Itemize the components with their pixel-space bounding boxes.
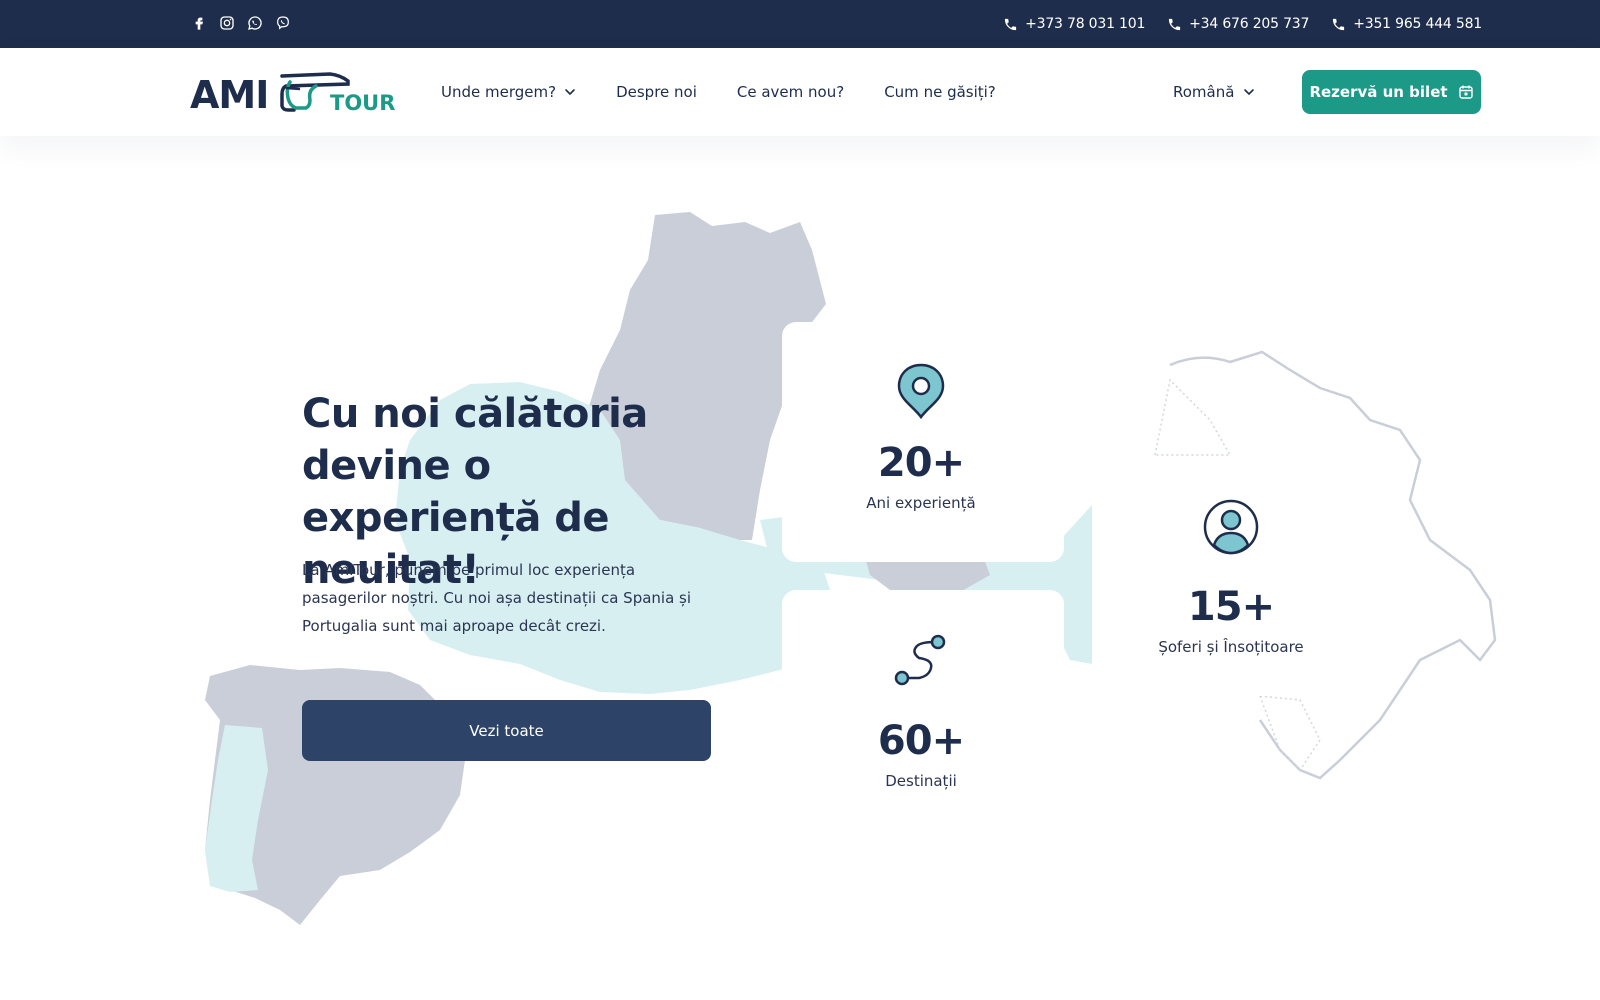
facebook-icon[interactable]	[190, 14, 208, 32]
phone-number: +373 78 031 101	[1025, 16, 1146, 32]
language-selector[interactable]: Română	[1173, 48, 1255, 136]
svg-text:AMI: AMI	[190, 73, 268, 116]
nav-contact[interactable]: Cum ne găsiți?	[884, 83, 996, 101]
nav-label: Cum ne găsiți?	[884, 83, 996, 101]
social-links	[190, 14, 292, 32]
calendar-icon	[1458, 85, 1473, 99]
book-ticket-button[interactable]: Rezervă un bilet	[1302, 70, 1481, 114]
whatsapp-icon[interactable]	[246, 14, 264, 32]
phone-link[interactable]: +373 78 031 101	[1003, 16, 1145, 32]
top-bar: +373 78 031 101 +34 676 205 737 +351 965…	[0, 0, 1600, 48]
route-icon	[894, 634, 946, 686]
main-header: AMI TOUR Unde mergem? Despre noi Ce avem…	[0, 48, 1600, 136]
language-label: Română	[1173, 83, 1235, 101]
nav-about[interactable]: Despre noi	[616, 83, 697, 101]
nav-destinations[interactable]: Unde mergem?	[441, 83, 576, 101]
phone-icon	[1333, 18, 1345, 30]
phone-link[interactable]: +34 676 205 737	[1167, 16, 1309, 32]
nav-label: Unde mergem?	[441, 83, 557, 101]
stat-label: Șoferi și Însoțitoare	[1158, 638, 1304, 656]
phone-icon	[1004, 18, 1017, 30]
stat-destinations: 60+ Destinații	[811, 632, 1031, 790]
phone-icon	[1169, 18, 1181, 30]
chevron-down-icon	[565, 89, 575, 96]
stat-label: Ani experiență	[866, 494, 976, 512]
user-icon	[1203, 499, 1259, 555]
nav-label: Despre noi	[616, 83, 697, 101]
nav-label: Ce avem nou?	[736, 83, 845, 101]
map-pin-icon	[897, 363, 945, 420]
hero-description: La AmiTour, punem pe primul loc experien…	[302, 561, 692, 635]
phone-number: +34 676 205 737	[1189, 16, 1310, 32]
instagram-icon[interactable]	[218, 14, 236, 32]
view-all-button[interactable]: Vezi toate	[302, 700, 711, 761]
amitour-logo[interactable]: AMI TOUR	[190, 68, 395, 117]
phone-list: +373 78 031 101 +34 676 205 737 +351 965…	[1003, 0, 1482, 48]
stat-value: 20+	[877, 440, 965, 486]
main-nav: Unde mergem? Despre noi Ce avem nou? Cum…	[441, 48, 996, 136]
stat-staff: 15+ Șoferi și Însoțitoare	[1121, 498, 1341, 656]
stat-value: 60+	[877, 718, 965, 764]
nav-news[interactable]: Ce avem nou?	[737, 83, 844, 101]
phone-link[interactable]: +351 965 444 581	[1331, 16, 1482, 32]
svg-text:TOUR: TOUR	[330, 91, 395, 115]
stat-value: 15+	[1187, 584, 1275, 630]
stat-label: Destinații	[885, 772, 957, 790]
phone-number: +351 965 444 581	[1353, 16, 1482, 32]
book-ticket-label: Rezervă un bilet	[1309, 83, 1448, 101]
stat-years: 20+ Ani experiență	[811, 362, 1031, 512]
chevron-down-icon	[1244, 89, 1255, 96]
viber-icon[interactable]	[274, 14, 292, 32]
